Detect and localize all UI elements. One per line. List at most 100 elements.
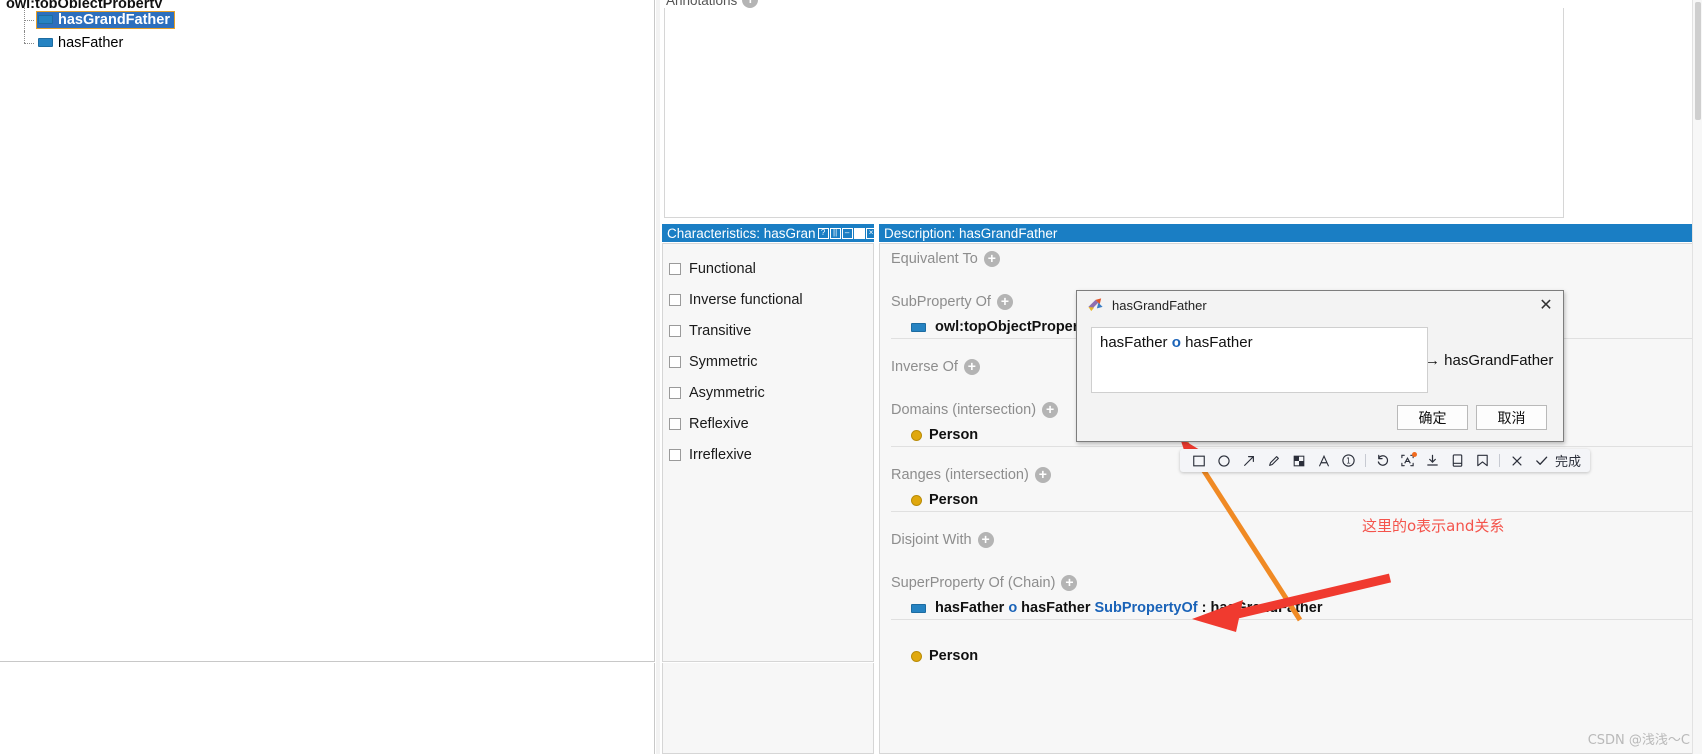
chain-keyword: SubPropertyOf: [1094, 600, 1198, 616]
characteristic-symmetric[interactable]: Symmetric: [663, 346, 873, 377]
download-icon[interactable]: [1420, 449, 1445, 472]
characteristic-transitive[interactable]: Transitive: [663, 315, 873, 346]
add-inverse-of-button[interactable]: [963, 359, 980, 375]
add-disjoint-with-button[interactable]: [977, 532, 994, 548]
characteristic-asymmetric[interactable]: Asymmetric: [663, 377, 873, 408]
numbered-marker-icon[interactable]: 1: [1336, 449, 1361, 472]
add-superproperty-chain-button[interactable]: [1061, 575, 1078, 591]
panel-window-buttons[interactable]: ? || – ×: [817, 227, 874, 239]
annotations-panel: Annotations: [662, 0, 1702, 222]
vertical-splitter[interactable]: [656, 0, 660, 754]
section-heading: SubProperty Of: [891, 294, 991, 310]
protege-icon: [1088, 298, 1103, 312]
arrow-icon[interactable]: [1236, 449, 1261, 472]
dialog-titlebar[interactable]: hasGrandFather ✕: [1077, 291, 1563, 320]
tree-elbow-line: [24, 42, 34, 44]
description-item-label: Person: [929, 648, 979, 664]
split-icon[interactable]: ||: [829, 227, 841, 239]
checkbox-transitive[interactable]: [669, 324, 681, 337]
characteristics-panel-titlebar[interactable]: Characteristics: hasGran ? || – ×: [662, 224, 874, 242]
characteristic-inverse-functional[interactable]: Inverse functional: [663, 284, 873, 315]
done-label[interactable]: 完成: [1554, 451, 1584, 470]
chain-operator: o: [1008, 600, 1018, 616]
cancel-icon[interactable]: [1504, 449, 1529, 472]
tree-root-label: owl:topObjectProperty: [6, 0, 163, 8]
characteristic-label: Asymmetric: [689, 384, 765, 401]
expression-operator: o: [1171, 334, 1181, 351]
tree-panel-footer: [0, 663, 655, 754]
description-item-label: owl:topObjectProperty: [935, 319, 1092, 335]
section-equivalent-to: Equivalent To: [880, 244, 1701, 274]
description-item-chain[interactable]: hasFather o hasFather SubPropertyOf: has…: [891, 598, 1699, 620]
characteristic-irreflexive[interactable]: Irreflexive: [663, 439, 873, 470]
screenshot-toolbar[interactable]: 1 完成: [1180, 449, 1591, 472]
add-range-button[interactable]: [1034, 467, 1051, 483]
checkbox-inverse-functional[interactable]: [669, 293, 681, 306]
scrollbar-thumb[interactable]: [1695, 2, 1701, 120]
toolbar-separator: [1499, 454, 1500, 467]
description-item[interactable]: Person: [891, 490, 1699, 512]
mosaic-icon[interactable]: [1286, 449, 1311, 472]
save-note-icon[interactable]: [1470, 449, 1495, 472]
svg-text:1: 1: [1346, 457, 1351, 466]
help-icon[interactable]: ?: [817, 227, 829, 239]
chain-expression-input[interactable]: hasFather o hasFather: [1091, 327, 1428, 393]
add-equivalent-to-button[interactable]: [983, 251, 1000, 267]
description-item[interactable]: Person: [891, 646, 1699, 667]
new-feature-dot-icon: [1412, 452, 1417, 457]
object-property-icon: [38, 15, 53, 24]
ellipse-icon[interactable]: [1211, 449, 1236, 472]
close-icon[interactable]: ✕: [1537, 297, 1555, 315]
dialog-title: hasGrandFather: [1112, 298, 1207, 313]
chain-prefix: hasFather: [935, 600, 1005, 616]
cancel-button[interactable]: 取消: [1476, 405, 1547, 430]
confirm-check-icon[interactable]: [1529, 449, 1554, 472]
class-dot-icon: [911, 650, 922, 662]
section-heading: Domains (intersection): [891, 402, 1037, 418]
minimize-icon[interactable]: –: [841, 227, 853, 239]
characteristic-functional[interactable]: Functional: [663, 253, 873, 284]
object-property-icon: [911, 322, 926, 332]
characteristic-label: Symmetric: [689, 353, 758, 370]
section-superproperty-chain: SuperProperty Of (Chain) hasFather o has…: [880, 568, 1701, 620]
undo-icon[interactable]: [1370, 449, 1395, 472]
annotation-note-text: 这里的o表示and关系: [1362, 517, 1505, 535]
class-dot-icon: [911, 429, 922, 441]
section-disjoint-with: Disjoint With: [880, 525, 1701, 555]
pin-to-screen-icon[interactable]: [1445, 449, 1470, 472]
object-property-icon: [911, 603, 926, 613]
ocr-extract-icon[interactable]: [1395, 449, 1420, 472]
rectangle-icon[interactable]: [1186, 449, 1211, 472]
tree-guide-line: [24, 31, 25, 43]
ok-button[interactable]: 确定: [1397, 405, 1468, 430]
add-subproperty-of-button[interactable]: [996, 294, 1013, 310]
checkbox-asymmetric[interactable]: [669, 386, 681, 399]
characteristic-reflexive[interactable]: Reflexive: [663, 408, 873, 439]
checkbox-symmetric[interactable]: [669, 355, 681, 368]
section-heading: Equivalent To: [891, 251, 978, 267]
maximize-icon[interactable]: [853, 227, 865, 239]
tree-row-hasfather[interactable]: hasFather: [0, 31, 654, 54]
plus-circle-icon[interactable]: [742, 0, 759, 8]
characteristics-panel-title: Characteristics: hasGran: [667, 225, 816, 241]
tree-row-hasgrandfather[interactable]: hasGrandFather: [0, 8, 654, 31]
characteristic-label: Functional: [689, 260, 756, 277]
characteristic-label: Inverse functional: [689, 291, 803, 308]
description-panel-titlebar[interactable]: Description: hasGrandFather: [879, 224, 1702, 242]
window-vertical-scrollbar[interactable]: [1692, 0, 1702, 754]
close-icon[interactable]: ×: [865, 227, 874, 239]
tree-elbow-line: [24, 19, 34, 21]
add-domain-button[interactable]: [1042, 402, 1059, 418]
tree-item-label: hasGrandFather: [58, 11, 170, 28]
object-property-tree-panel[interactable]: owl:topObjectProperty hasGrandFather has…: [0, 0, 655, 662]
tree-row-root[interactable]: owl:topObjectProperty: [0, 0, 654, 8]
description-item-label: Person: [929, 427, 979, 443]
pencil-icon[interactable]: [1261, 449, 1286, 472]
text-icon[interactable]: [1311, 449, 1336, 472]
characteristics-panel: Functional Inverse functional Transitive…: [662, 243, 874, 662]
checkbox-reflexive[interactable]: [669, 417, 681, 430]
checkbox-irreflexive[interactable]: [669, 448, 681, 461]
app-window: owl:topObjectProperty hasGrandFather has…: [0, 0, 1702, 754]
checkbox-functional[interactable]: [669, 262, 681, 275]
annotations-panel-body[interactable]: [664, 8, 1564, 218]
